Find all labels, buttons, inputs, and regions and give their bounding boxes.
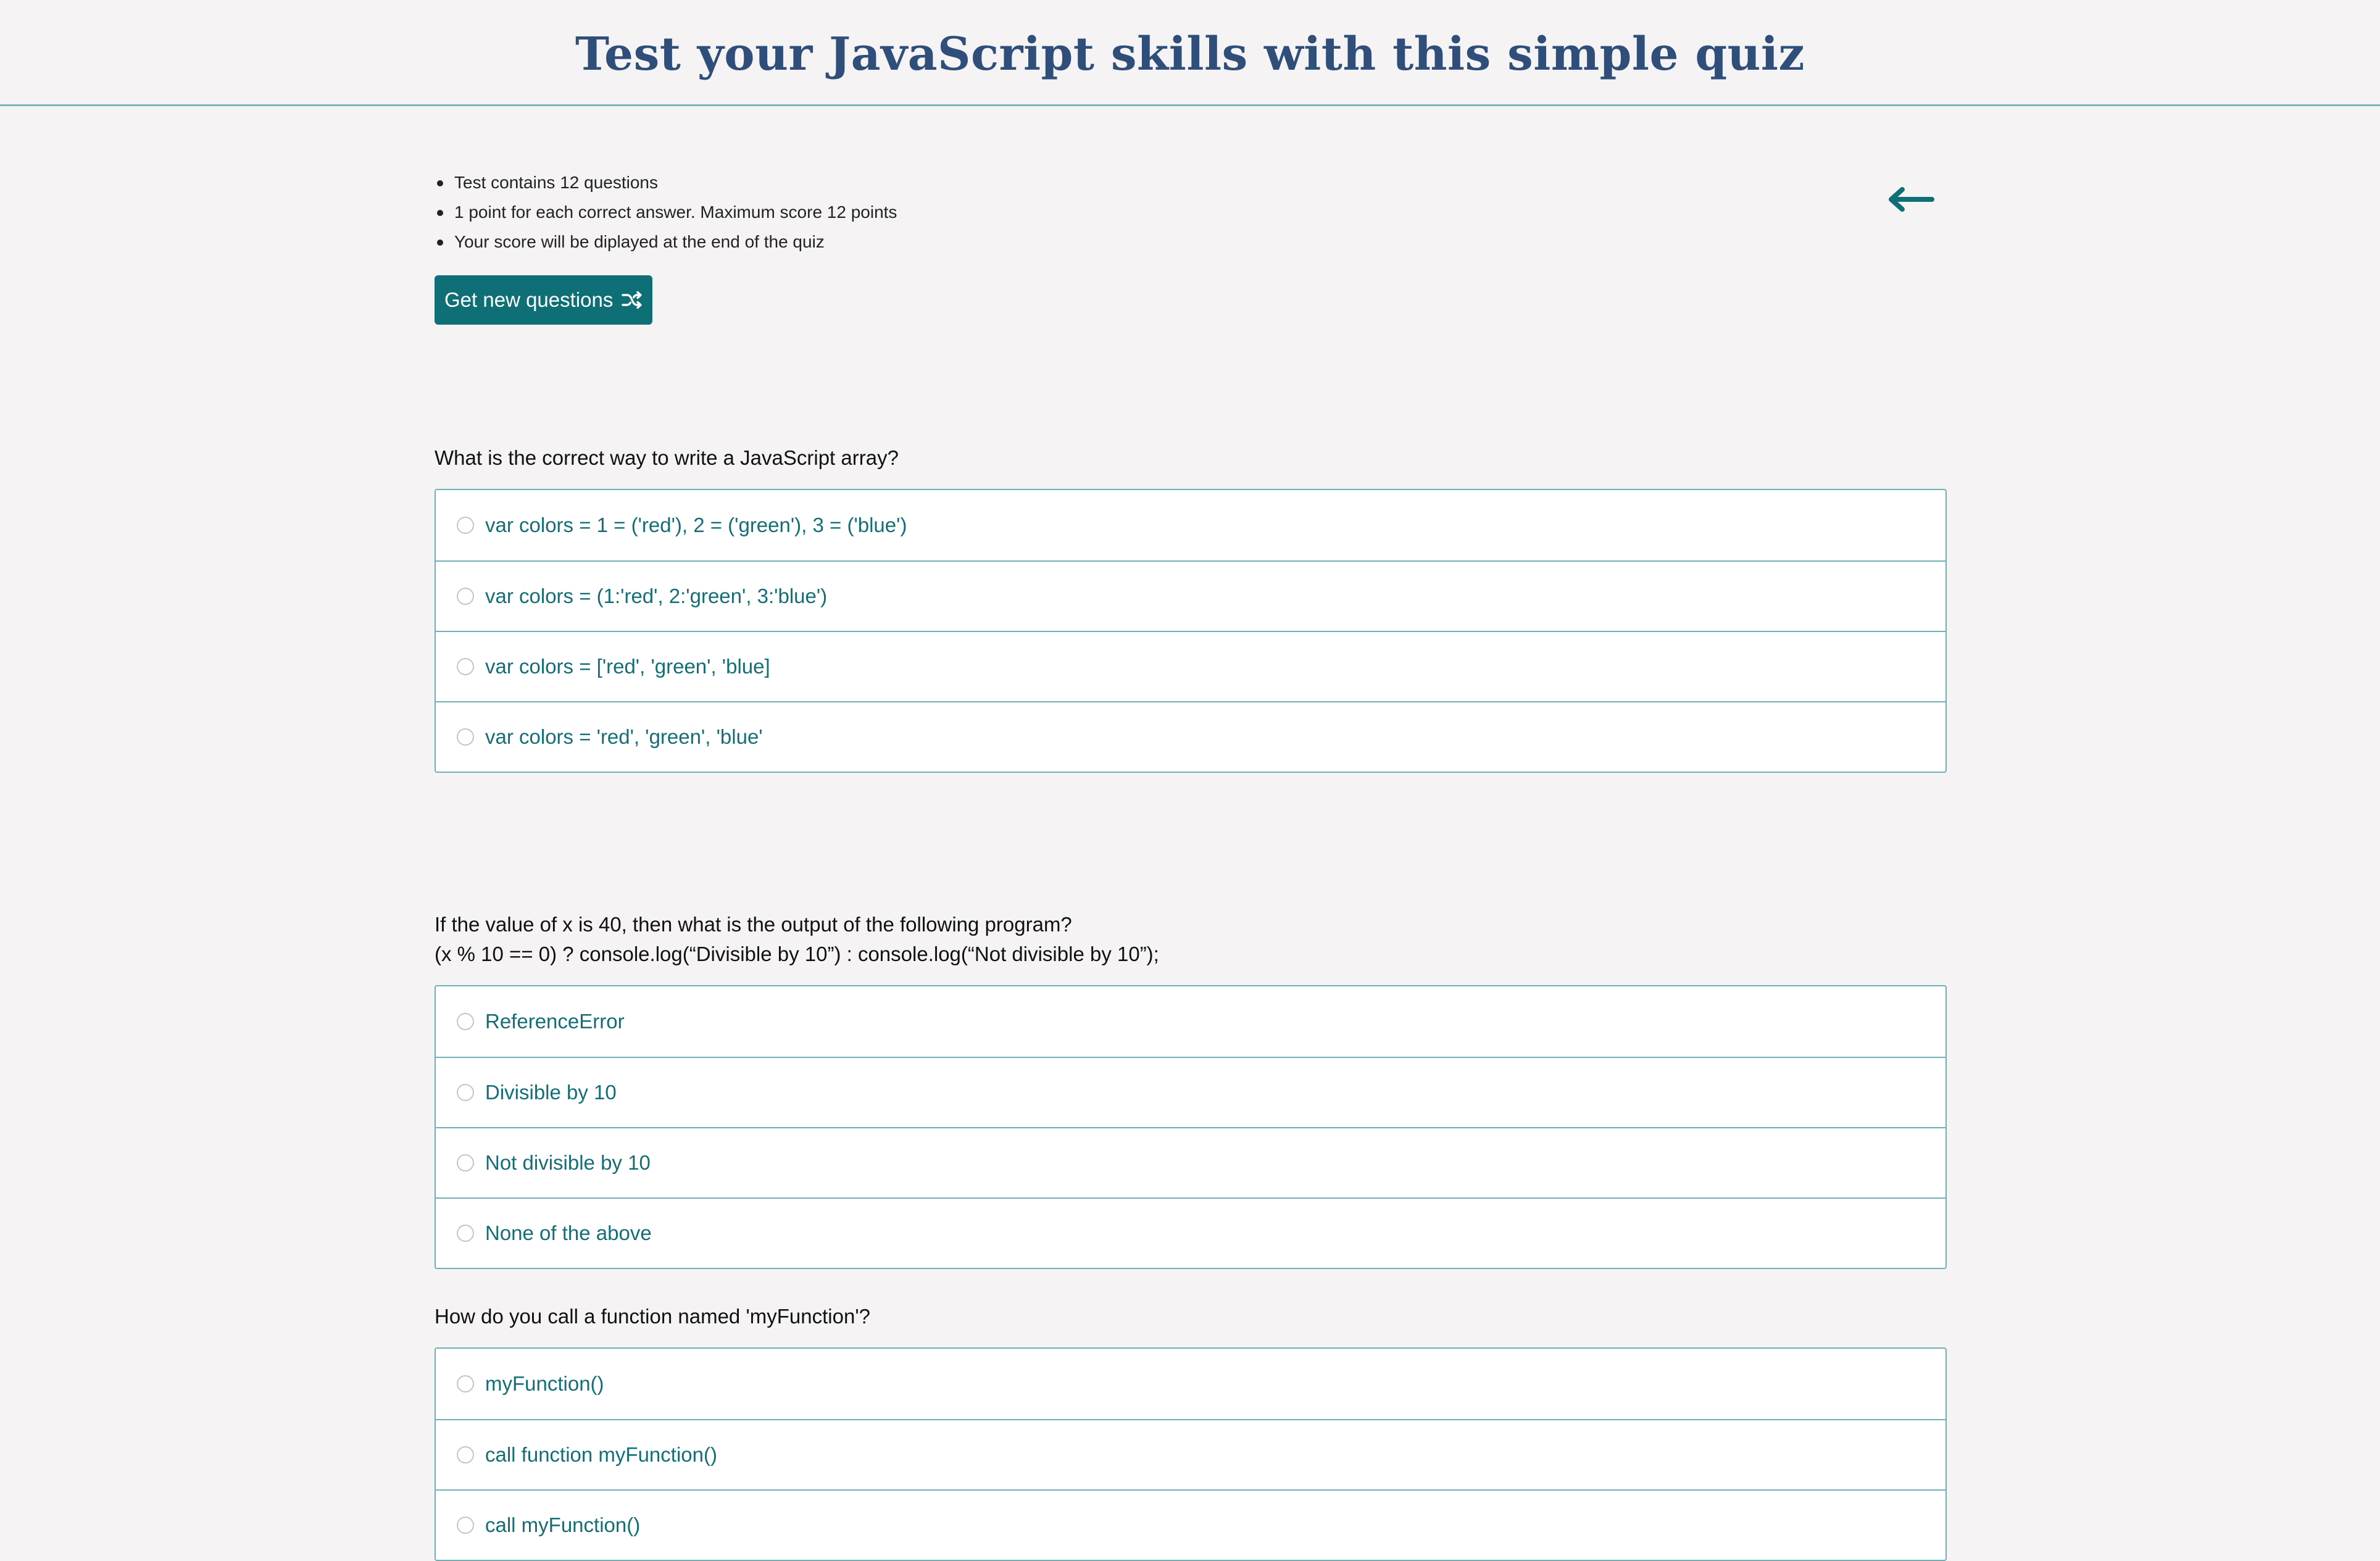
question-text: What is the correct way to write a JavaS… — [435, 446, 899, 469]
radio-button[interactable] — [457, 1517, 474, 1534]
radio-button[interactable] — [457, 1225, 474, 1242]
answer-label: var colors = ['red', 'green', 'blue] — [485, 655, 770, 678]
answer-label: Divisible by 10 — [485, 1081, 617, 1104]
quiz-info-list: Test contains 12 questions 1 point for e… — [435, 168, 897, 257]
radio-button[interactable] — [457, 1446, 474, 1463]
answer-option[interactable]: var colors = (1:'red', 2:'green', 3:'blu… — [436, 560, 1945, 631]
answer-option[interactable]: var colors = ['red', 'green', 'blue] — [436, 631, 1945, 701]
answer-label: var colors = (1:'red', 2:'green', 3:'blu… — [485, 585, 828, 607]
answer-options: ReferenceError Divisible by 10 Not divis… — [435, 985, 1947, 1269]
answer-label: None of the above — [485, 1222, 652, 1244]
page-header: Test your JavaScript skills with this si… — [0, 0, 2380, 106]
answer-option[interactable]: Not divisible by 10 — [436, 1127, 1945, 1197]
radio-button[interactable] — [457, 1084, 474, 1101]
radio-button[interactable] — [457, 1154, 474, 1172]
arrow-left-icon[interactable] — [1887, 184, 1934, 215]
answer-option[interactable]: None of the above — [436, 1197, 1945, 1268]
answer-label: var colors = 'red', 'green', 'blue' — [485, 725, 763, 748]
answer-label: myFunction() — [485, 1372, 604, 1395]
answer-option[interactable]: Divisible by 10 — [436, 1057, 1945, 1127]
radio-button[interactable] — [457, 588, 474, 605]
radio-button[interactable] — [457, 728, 474, 746]
info-item: Test contains 12 questions — [435, 168, 897, 198]
radio-button[interactable] — [457, 658, 474, 675]
question-text: If the value of x is 40, then what is th… — [435, 913, 1072, 936]
shuffle-icon — [622, 291, 643, 309]
answer-option[interactable]: ReferenceError — [436, 986, 1945, 1057]
question-3: How do you call a function named 'myFunc… — [435, 1302, 1947, 1561]
answer-label: ReferenceError — [485, 1010, 625, 1033]
question-text: How do you call a function named 'myFunc… — [435, 1305, 870, 1328]
answer-label: var colors = 1 = ('red'), 2 = ('green'),… — [485, 514, 907, 536]
answer-option[interactable]: call function myFunction() — [436, 1419, 1945, 1489]
info-item: 1 point for each correct answer. Maximum… — [435, 198, 897, 227]
answer-option[interactable]: myFunction() — [436, 1349, 1945, 1419]
question-2: If the value of x is 40, then what is th… — [435, 910, 1947, 1269]
page-title: Test your JavaScript skills with this si… — [575, 27, 1805, 81]
answer-option[interactable]: var colors = 'red', 'green', 'blue' — [436, 701, 1945, 772]
question-1: What is the correct way to write a JavaS… — [435, 443, 1947, 773]
answer-label: call function myFunction() — [485, 1443, 717, 1466]
radio-button[interactable] — [457, 1013, 474, 1030]
info-item: Your score will be diplayed at the end o… — [435, 227, 897, 257]
answer-options: myFunction() call function myFunction() … — [435, 1347, 1947, 1561]
get-new-questions-button[interactable]: Get new questions — [435, 275, 653, 325]
answer-option[interactable]: call myFunction() — [436, 1489, 1945, 1560]
answer-label: call myFunction() — [485, 1513, 641, 1536]
answer-label: Not divisible by 10 — [485, 1151, 651, 1174]
answer-options: var colors = 1 = ('red'), 2 = ('green'),… — [435, 489, 1947, 773]
answer-option[interactable]: var colors = 1 = ('red'), 2 = ('green'),… — [436, 490, 1945, 560]
radio-button[interactable] — [457, 517, 474, 534]
get-new-questions-label: Get new questions — [444, 288, 614, 311]
radio-button[interactable] — [457, 1375, 474, 1392]
question-code: (x % 10 == 0) ? console.log(“Divisible b… — [435, 943, 1159, 965]
